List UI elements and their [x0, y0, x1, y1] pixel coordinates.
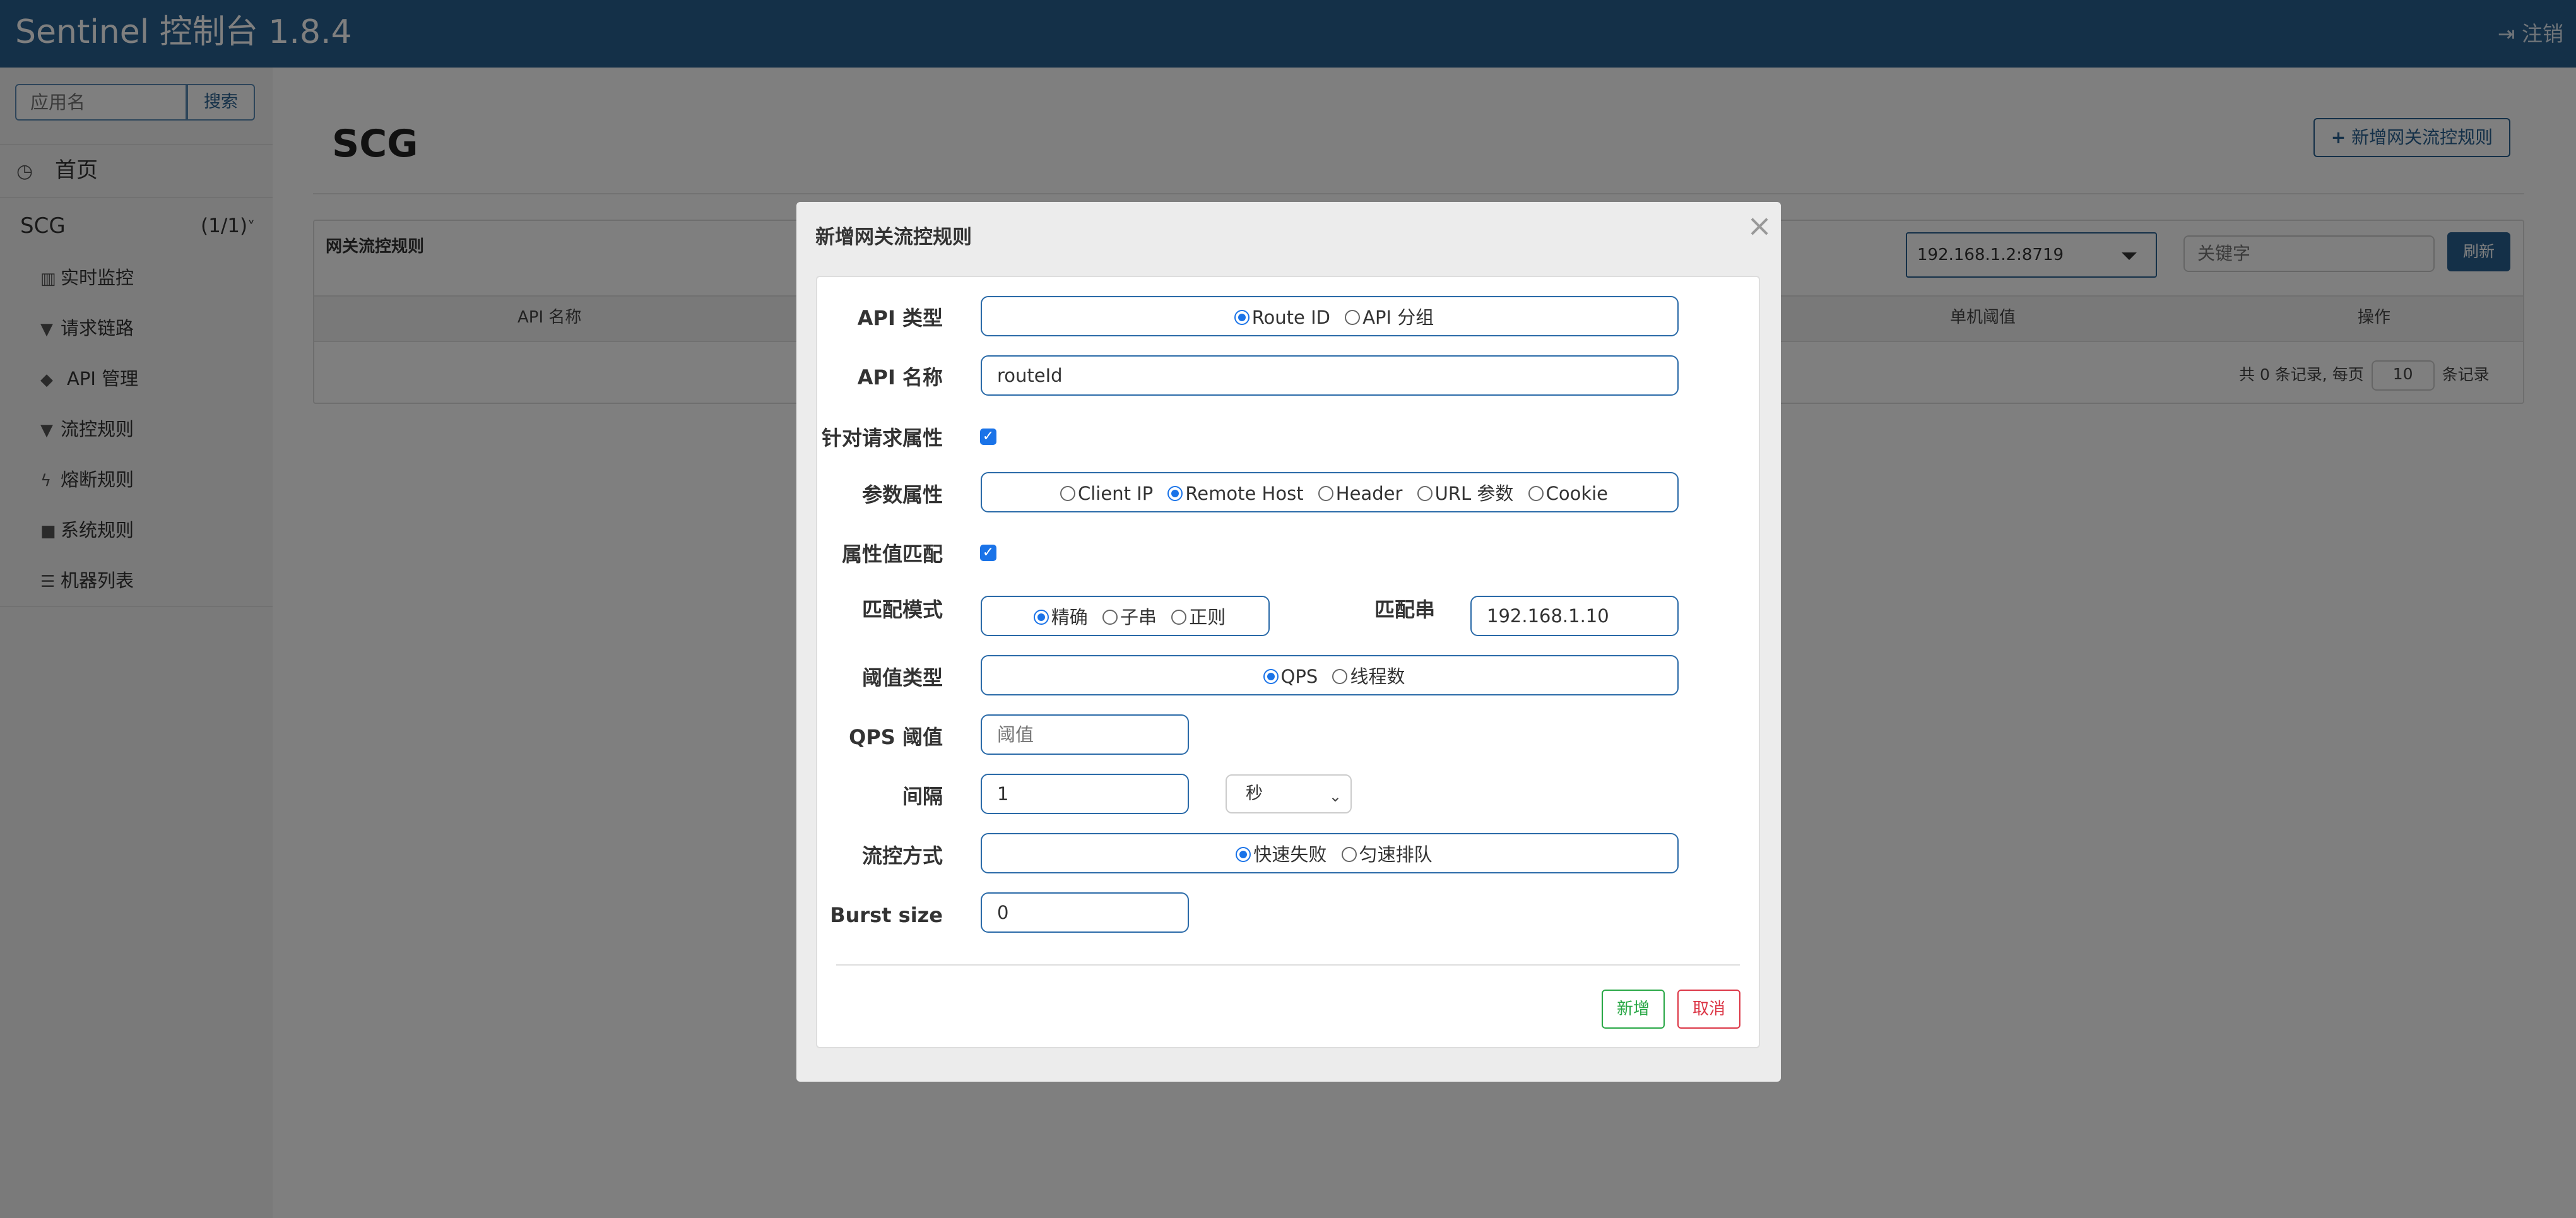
control-queue-radio[interactable]	[1341, 847, 1357, 862]
option-label: 正则	[1189, 606, 1226, 628]
close-icon[interactable]: ×	[1747, 208, 1772, 244]
match-mode-label: 匹配模式	[861, 598, 943, 622]
option-label: QPS	[1280, 666, 1318, 687]
attr-match-label: 属性值匹配	[841, 542, 943, 566]
cancel-button[interactable]: 取消	[1677, 990, 1740, 1029]
option-label: 线程数	[1350, 666, 1405, 687]
confirm-add-button[interactable]: 新增	[1602, 990, 1665, 1029]
match-exact-radio[interactable]	[1033, 610, 1049, 625]
option-label: Cookie	[1545, 483, 1609, 504]
option-label: 快速失败	[1253, 844, 1327, 865]
burst-size-label: Burst size	[830, 903, 943, 927]
param-client-ip-radio[interactable]	[1060, 486, 1075, 501]
option-label: Remote Host	[1185, 483, 1304, 504]
option-label: Client IP	[1077, 483, 1154, 504]
option-label: API 分组	[1362, 307, 1434, 328]
match-string-input[interactable]: 192.168.1.10	[1470, 596, 1679, 636]
param-attr-label: 参数属性	[861, 483, 943, 507]
threshold-type-label: 阈值类型	[861, 666, 943, 690]
api-name-label: API 名称	[857, 365, 943, 389]
interval-unit-select[interactable]: 秒 ⌄	[1226, 774, 1352, 813]
match-substring-radio[interactable]	[1102, 610, 1118, 625]
param-header-radio[interactable]	[1318, 486, 1333, 501]
qps-threshold-input[interactable]	[981, 714, 1189, 755]
threshold-qps-radio[interactable]	[1263, 669, 1279, 684]
request-attr-label: 针对请求属性	[821, 426, 943, 450]
burst-size-input[interactable]: 0	[981, 892, 1189, 933]
control-behavior-radio-group: 快速失败 匀速排队	[981, 833, 1679, 873]
param-remote-host-radio[interactable]	[1167, 486, 1183, 501]
param-cookie-radio[interactable]	[1528, 486, 1544, 501]
modal-footer-divider	[836, 964, 1740, 966]
request-attr-checkbox[interactable]: ✓	[980, 429, 996, 445]
api-type-route-id-radio[interactable]	[1234, 310, 1250, 325]
api-name-select[interactable]: routeId	[981, 355, 1679, 396]
match-string-label: 匹配串	[1374, 598, 1436, 622]
match-regex-radio[interactable]	[1171, 610, 1187, 625]
threshold-thread-count-radio[interactable]	[1332, 669, 1348, 684]
option-label: Header	[1335, 483, 1403, 504]
threshold-type-radio-group: QPS 线程数	[981, 655, 1679, 695]
api-type-api-group-radio[interactable]	[1345, 310, 1361, 325]
match-mode-radio-group: 精确 子串 正则	[981, 596, 1270, 636]
chevron-down-icon: ⌄	[1328, 788, 1342, 805]
api-type-radio-group: Route ID API 分组	[981, 296, 1679, 336]
interval-unit-value: 秒	[1246, 784, 1263, 803]
api-type-label: API 类型	[857, 306, 943, 330]
control-behavior-label: 流控方式	[861, 844, 943, 868]
interval-label: 间隔	[902, 784, 943, 808]
interval-input[interactable]: 1	[981, 774, 1189, 814]
param-url-param-radio[interactable]	[1417, 486, 1433, 501]
option-label: 匀速排队	[1359, 844, 1433, 865]
option-label: Route ID	[1251, 307, 1330, 328]
modal-title: 新增网关流控规则	[815, 226, 972, 249]
control-fast-fail-radio[interactable]	[1236, 847, 1251, 862]
option-label: URL 参数	[1434, 483, 1514, 504]
option-label: 精确	[1051, 606, 1088, 628]
attr-match-checkbox[interactable]: ✓	[980, 545, 996, 561]
param-attr-radio-group: Client IP Remote Host Header URL 参数 Cook…	[981, 472, 1679, 512]
option-label: 子串	[1120, 606, 1157, 628]
qps-threshold-label: QPS 阈值	[849, 725, 943, 749]
